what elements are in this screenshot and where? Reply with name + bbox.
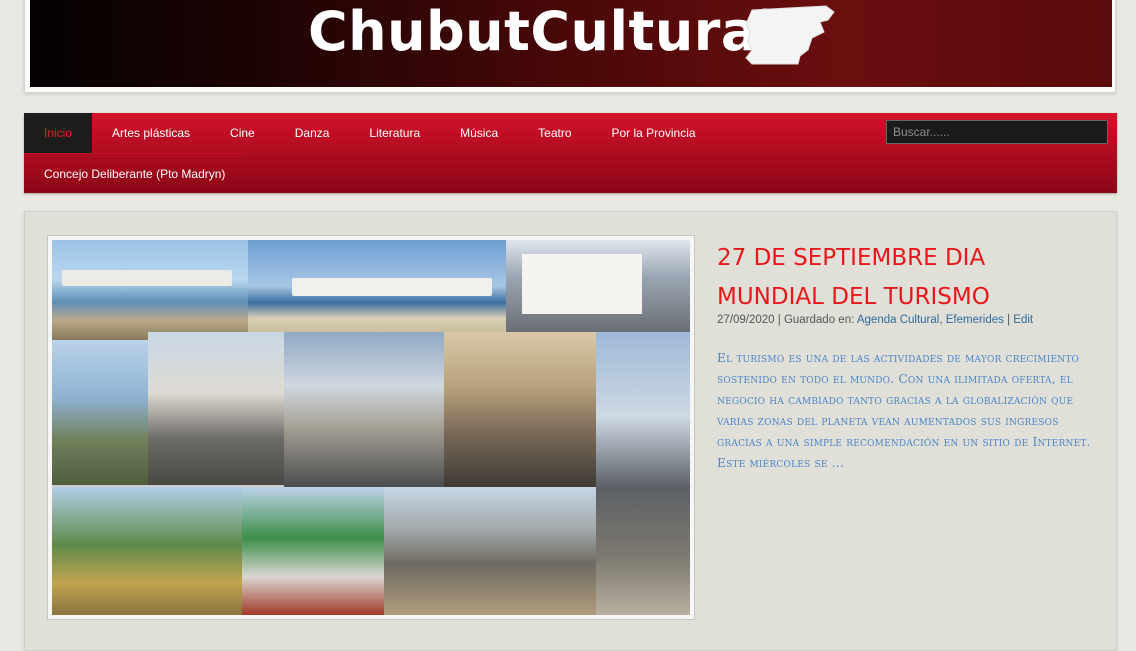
site-banner[interactable]: ChubutCultural	[30, 0, 1112, 87]
nav-item-cine[interactable]: Cine	[210, 113, 275, 153]
nav-item-musica[interactable]: Música	[440, 113, 518, 153]
post-meta: 27/09/2020 | Guardado en: Agenda Cultura…	[717, 314, 1034, 326]
nav-item-inicio[interactable]: Inicio	[24, 113, 93, 153]
post-thumbnail[interactable]	[47, 235, 695, 620]
nav-item-danza[interactable]: Danza	[275, 113, 350, 153]
nav-item-artes-plasticas[interactable]: Artes plásticas	[92, 113, 210, 153]
nav-item-teatro[interactable]: Teatro	[518, 113, 591, 153]
saved-in-label: Guardado en:	[783, 314, 855, 326]
nav-row-primary: Inicio Artes plásticas Cine Danza Litera…	[24, 113, 716, 153]
edit-link[interactable]: Edit	[1013, 314, 1033, 326]
post-title[interactable]: 27 DE SEPTIEMBRE DIA MUNDIAL DEL TURISMO	[717, 239, 1097, 317]
post-date: 27/09/2020	[717, 314, 775, 326]
post-excerpt: El turismo es una de las actividades de …	[717, 351, 1091, 470]
nav-item-por-la-provincia[interactable]: Por la Provincia	[592, 113, 716, 153]
tourism-collage-image[interactable]	[52, 240, 690, 615]
nav-row-secondary: Concejo Deliberante (Pto Madryn)	[24, 153, 246, 194]
chubut-map-icon	[745, 5, 835, 65]
nav-item-concejo-deliberante[interactable]: Concejo Deliberante (Pto Madryn)	[24, 154, 245, 194]
site-title[interactable]: ChubutCultural	[308, 2, 777, 62]
post-card: 27 DE SEPTIEMBRE DIA MUNDIAL DEL TURISMO…	[24, 211, 1117, 651]
category-link-agenda-cultural[interactable]: Agenda Cultural	[857, 314, 939, 326]
nav-item-literatura[interactable]: Literatura	[349, 113, 440, 153]
search-input[interactable]	[886, 120, 1108, 144]
category-link-efemerides[interactable]: Efemerides	[946, 314, 1004, 326]
header-frame: ChubutCultural	[24, 0, 1116, 93]
main-nav: Inicio Artes plásticas Cine Danza Litera…	[24, 113, 1117, 193]
